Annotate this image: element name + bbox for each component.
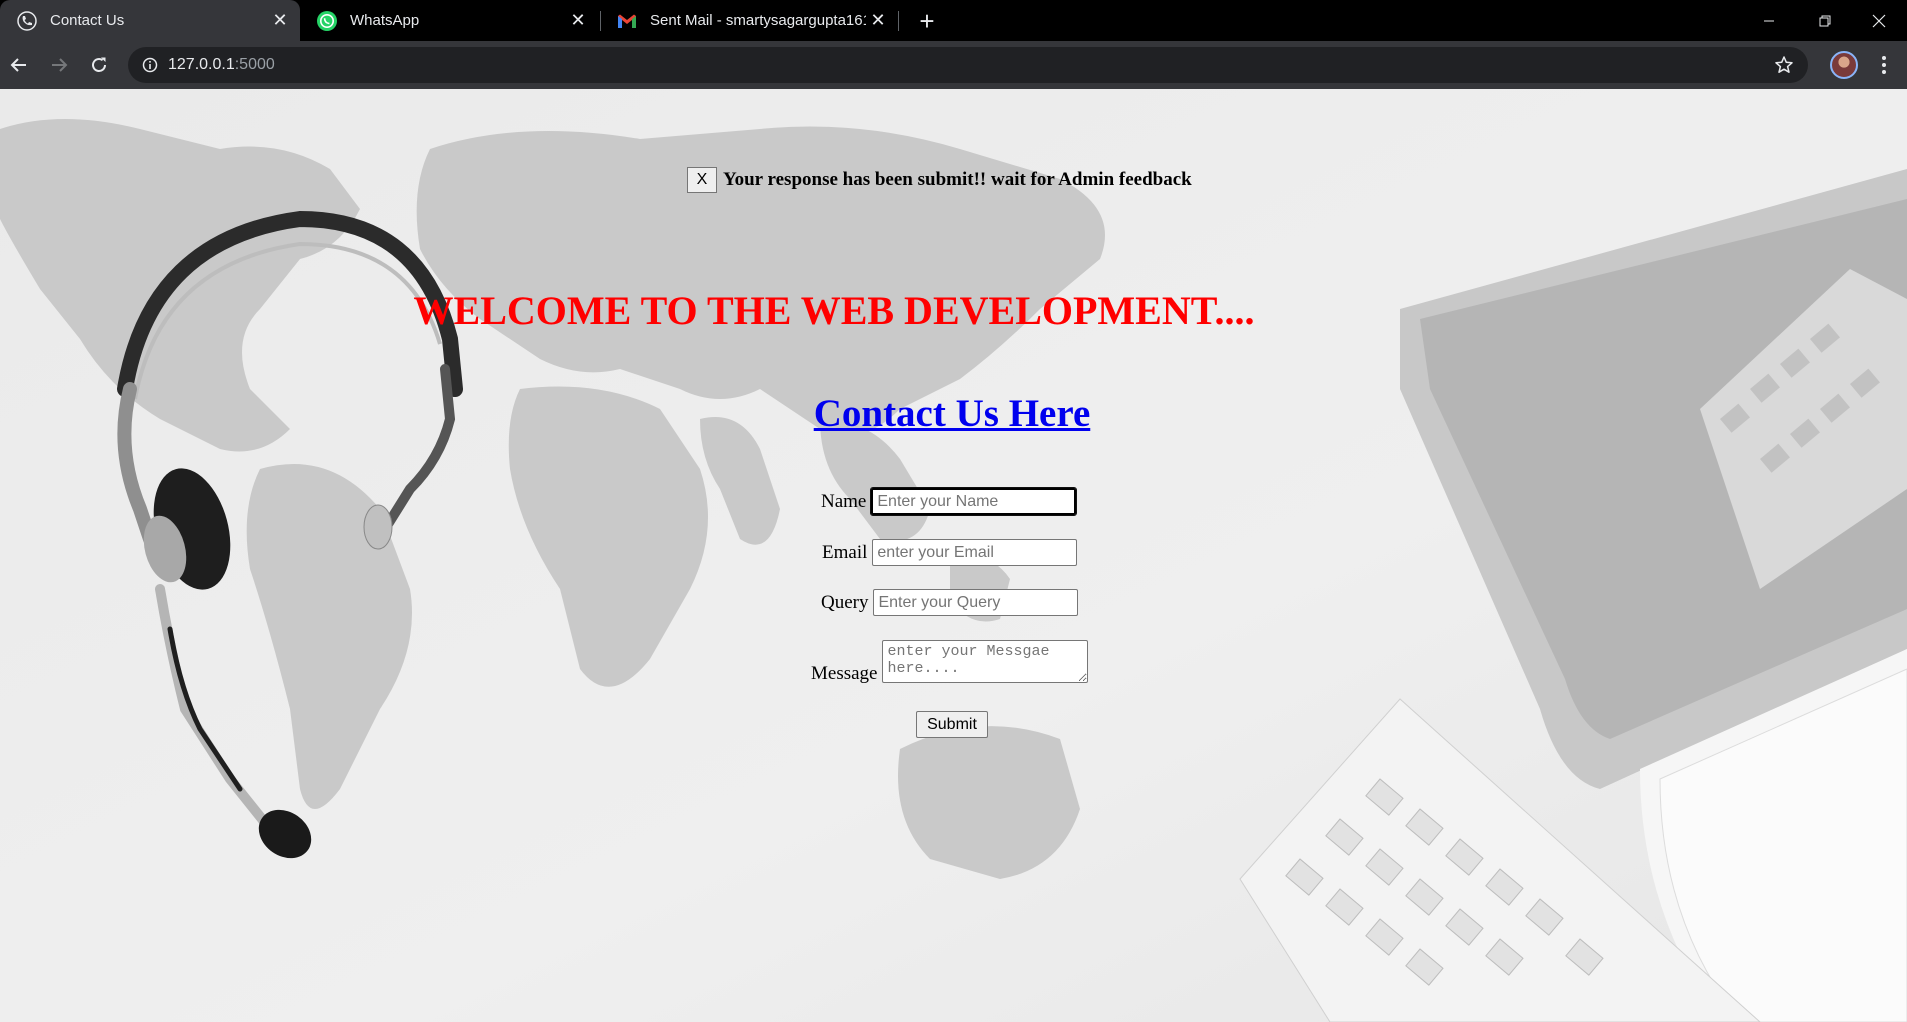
url-port: :5000 xyxy=(234,56,275,73)
info-icon[interactable] xyxy=(140,55,160,75)
message-textarea[interactable] xyxy=(882,640,1089,683)
name-input[interactable] xyxy=(870,487,1078,516)
reload-button[interactable] xyxy=(82,48,116,82)
alert-message: Your response has been submit!! wait for… xyxy=(723,169,1192,190)
alert-close-button[interactable]: X xyxy=(687,167,717,193)
tab-strip: Contact Us ✕ WhatsApp ✕ Sent Mail - smar… xyxy=(0,0,1907,41)
tab-sent-mail[interactable]: Sent Mail - smartysagargupta161 ✕ xyxy=(600,0,898,41)
contact-page: X Your response has been submit!! wait f… xyxy=(0,89,1907,1022)
close-window-button[interactable] xyxy=(1851,0,1907,41)
email-label: Email xyxy=(822,541,868,563)
email-row: Email xyxy=(822,539,1078,566)
close-icon[interactable]: ✕ xyxy=(268,9,292,33)
submit-button[interactable]: Submit xyxy=(916,711,988,738)
message-label: Message xyxy=(811,663,878,684)
success-alert: X Your response has been submit!! wait f… xyxy=(687,167,1192,193)
back-button[interactable] xyxy=(2,48,36,82)
contact-us-link[interactable]: Contact Us Here xyxy=(0,391,1904,436)
name-row: Name xyxy=(821,487,1078,516)
minimize-button[interactable] xyxy=(1741,0,1797,41)
menu-dots-icon[interactable] xyxy=(1870,51,1898,79)
browser-toolbar: 127.0.0.1:5000 xyxy=(0,41,1907,89)
tab-title: Contact Us xyxy=(50,12,125,29)
close-icon[interactable]: ✕ xyxy=(866,9,890,33)
profile-avatar[interactable] xyxy=(1830,51,1858,79)
tab-title: Sent Mail - smartysagargupta161 xyxy=(650,12,866,29)
email-input[interactable] xyxy=(872,539,1078,566)
welcome-heading: WELCOME TO THE WEB DEVELOPMENT.... xyxy=(413,288,1255,333)
forward-button[interactable] xyxy=(42,48,76,82)
gmail-icon xyxy=(616,10,638,32)
query-label: Query xyxy=(821,591,869,613)
restore-button[interactable] xyxy=(1797,0,1853,41)
tab-whatsapp[interactable]: WhatsApp ✕ xyxy=(300,0,598,41)
query-row: Query xyxy=(821,589,1079,616)
new-tab-button[interactable]: + xyxy=(912,6,942,36)
tab-divider xyxy=(898,11,899,31)
phone-icon xyxy=(16,10,38,32)
url-text: 127.0.0.1:5000 xyxy=(168,56,275,74)
close-icon[interactable]: ✕ xyxy=(566,9,590,33)
address-bar[interactable]: 127.0.0.1:5000 xyxy=(128,47,1808,83)
query-input[interactable] xyxy=(873,589,1079,616)
tab-title: WhatsApp xyxy=(350,12,420,29)
url-host: 127.0.0.1 xyxy=(168,56,235,73)
name-label: Name xyxy=(821,490,867,512)
tab-contact-us[interactable]: Contact Us ✕ xyxy=(0,0,300,41)
page-viewport: X Your response has been submit!! wait f… xyxy=(0,89,1907,1022)
message-row: Message xyxy=(811,640,1089,685)
bookmark-star-icon[interactable] xyxy=(1774,55,1794,75)
whatsapp-icon xyxy=(316,10,338,32)
